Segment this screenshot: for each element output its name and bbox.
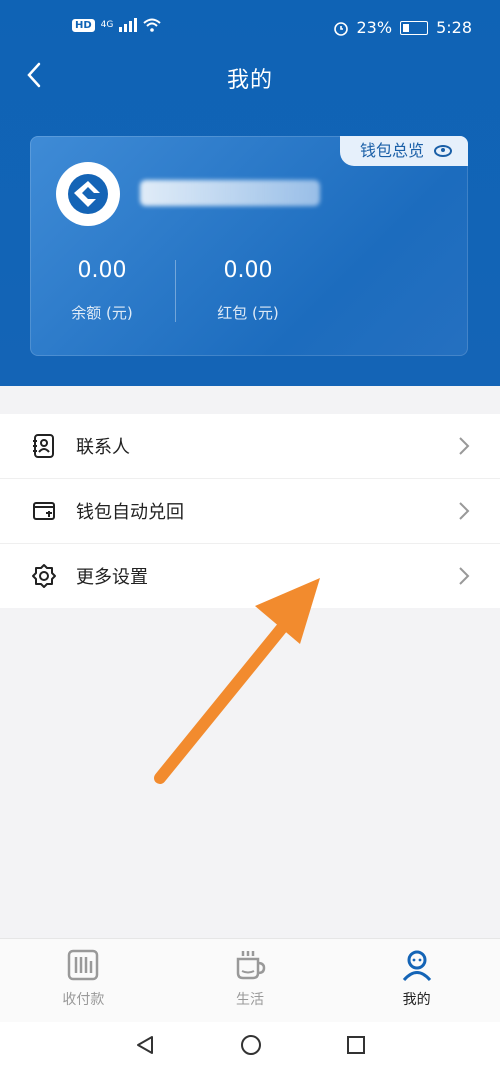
- bottom-tab-bar: 收付款 生活 我的: [0, 938, 500, 1023]
- battery-icon: [400, 20, 429, 35]
- tab-mine[interactable]: 我的: [333, 939, 500, 1023]
- tab-label: 收付款: [62, 992, 105, 1008]
- gear-icon: [30, 562, 58, 590]
- settings-list: 联系人 钱包自动兑回 更多设置: [0, 414, 500, 608]
- battery-percent: 23%: [356, 18, 393, 37]
- clock: 5:28: [436, 18, 472, 37]
- menu-item-label: 联系人: [76, 437, 130, 458]
- page-title: 我的: [226, 68, 273, 93]
- system-nav-bar: [0, 1022, 500, 1070]
- network-label: 4G: [100, 20, 114, 30]
- contacts-icon: [30, 432, 58, 460]
- cup-icon: [236, 951, 266, 980]
- nav-recent-icon[interactable]: [346, 1035, 366, 1055]
- person-icon: [402, 950, 431, 982]
- wallet-refund-icon: [30, 497, 58, 525]
- eye-icon: [434, 145, 452, 157]
- signal-icon: [119, 18, 138, 32]
- payment-icon: [68, 949, 99, 981]
- account-name-blurred: [140, 180, 320, 206]
- ccb-logo-icon: [68, 174, 108, 214]
- nav-back-icon[interactable]: [134, 1034, 156, 1056]
- hd-badge: HD: [72, 18, 95, 32]
- tab-payment[interactable]: 收付款: [0, 939, 167, 1023]
- redpacket-value: 0.00: [223, 258, 273, 283]
- status-bar: HD 4G 23% 5:28: [0, 0, 500, 52]
- nav-home-icon[interactable]: [240, 1034, 262, 1056]
- wallet-card[interactable]: 钱包总览 0.00 余额 (元) 0.00 红包 (元): [30, 136, 468, 356]
- wallet-overview-label: 钱包总览: [359, 141, 424, 160]
- wallet-overview-button[interactable]: 钱包总览: [339, 136, 468, 166]
- alarm-icon: [333, 21, 348, 36]
- balance-label: 余额 (元): [71, 304, 133, 322]
- chevron-right-icon: [459, 437, 470, 455]
- tab-label: 生活: [236, 992, 264, 1008]
- wifi-icon: [143, 18, 162, 32]
- balance-value: 0.00: [77, 258, 127, 283]
- menu-item-more-settings[interactable]: 更多设置: [0, 544, 500, 608]
- menu-item-label: 更多设置: [76, 567, 148, 588]
- bank-logo: [56, 162, 120, 226]
- chevron-right-icon: [459, 567, 470, 585]
- chevron-right-icon: [459, 502, 470, 520]
- tab-label: 我的: [402, 992, 431, 1008]
- menu-item-wallet-refund[interactable]: 钱包自动兑回: [0, 479, 500, 544]
- menu-item-contacts[interactable]: 联系人: [0, 414, 500, 479]
- menu-item-label: 钱包自动兑回: [76, 502, 184, 523]
- redpacket-label: 红包 (元): [217, 304, 279, 322]
- card-divider: [175, 260, 176, 322]
- tab-life[interactable]: 生活: [167, 939, 334, 1023]
